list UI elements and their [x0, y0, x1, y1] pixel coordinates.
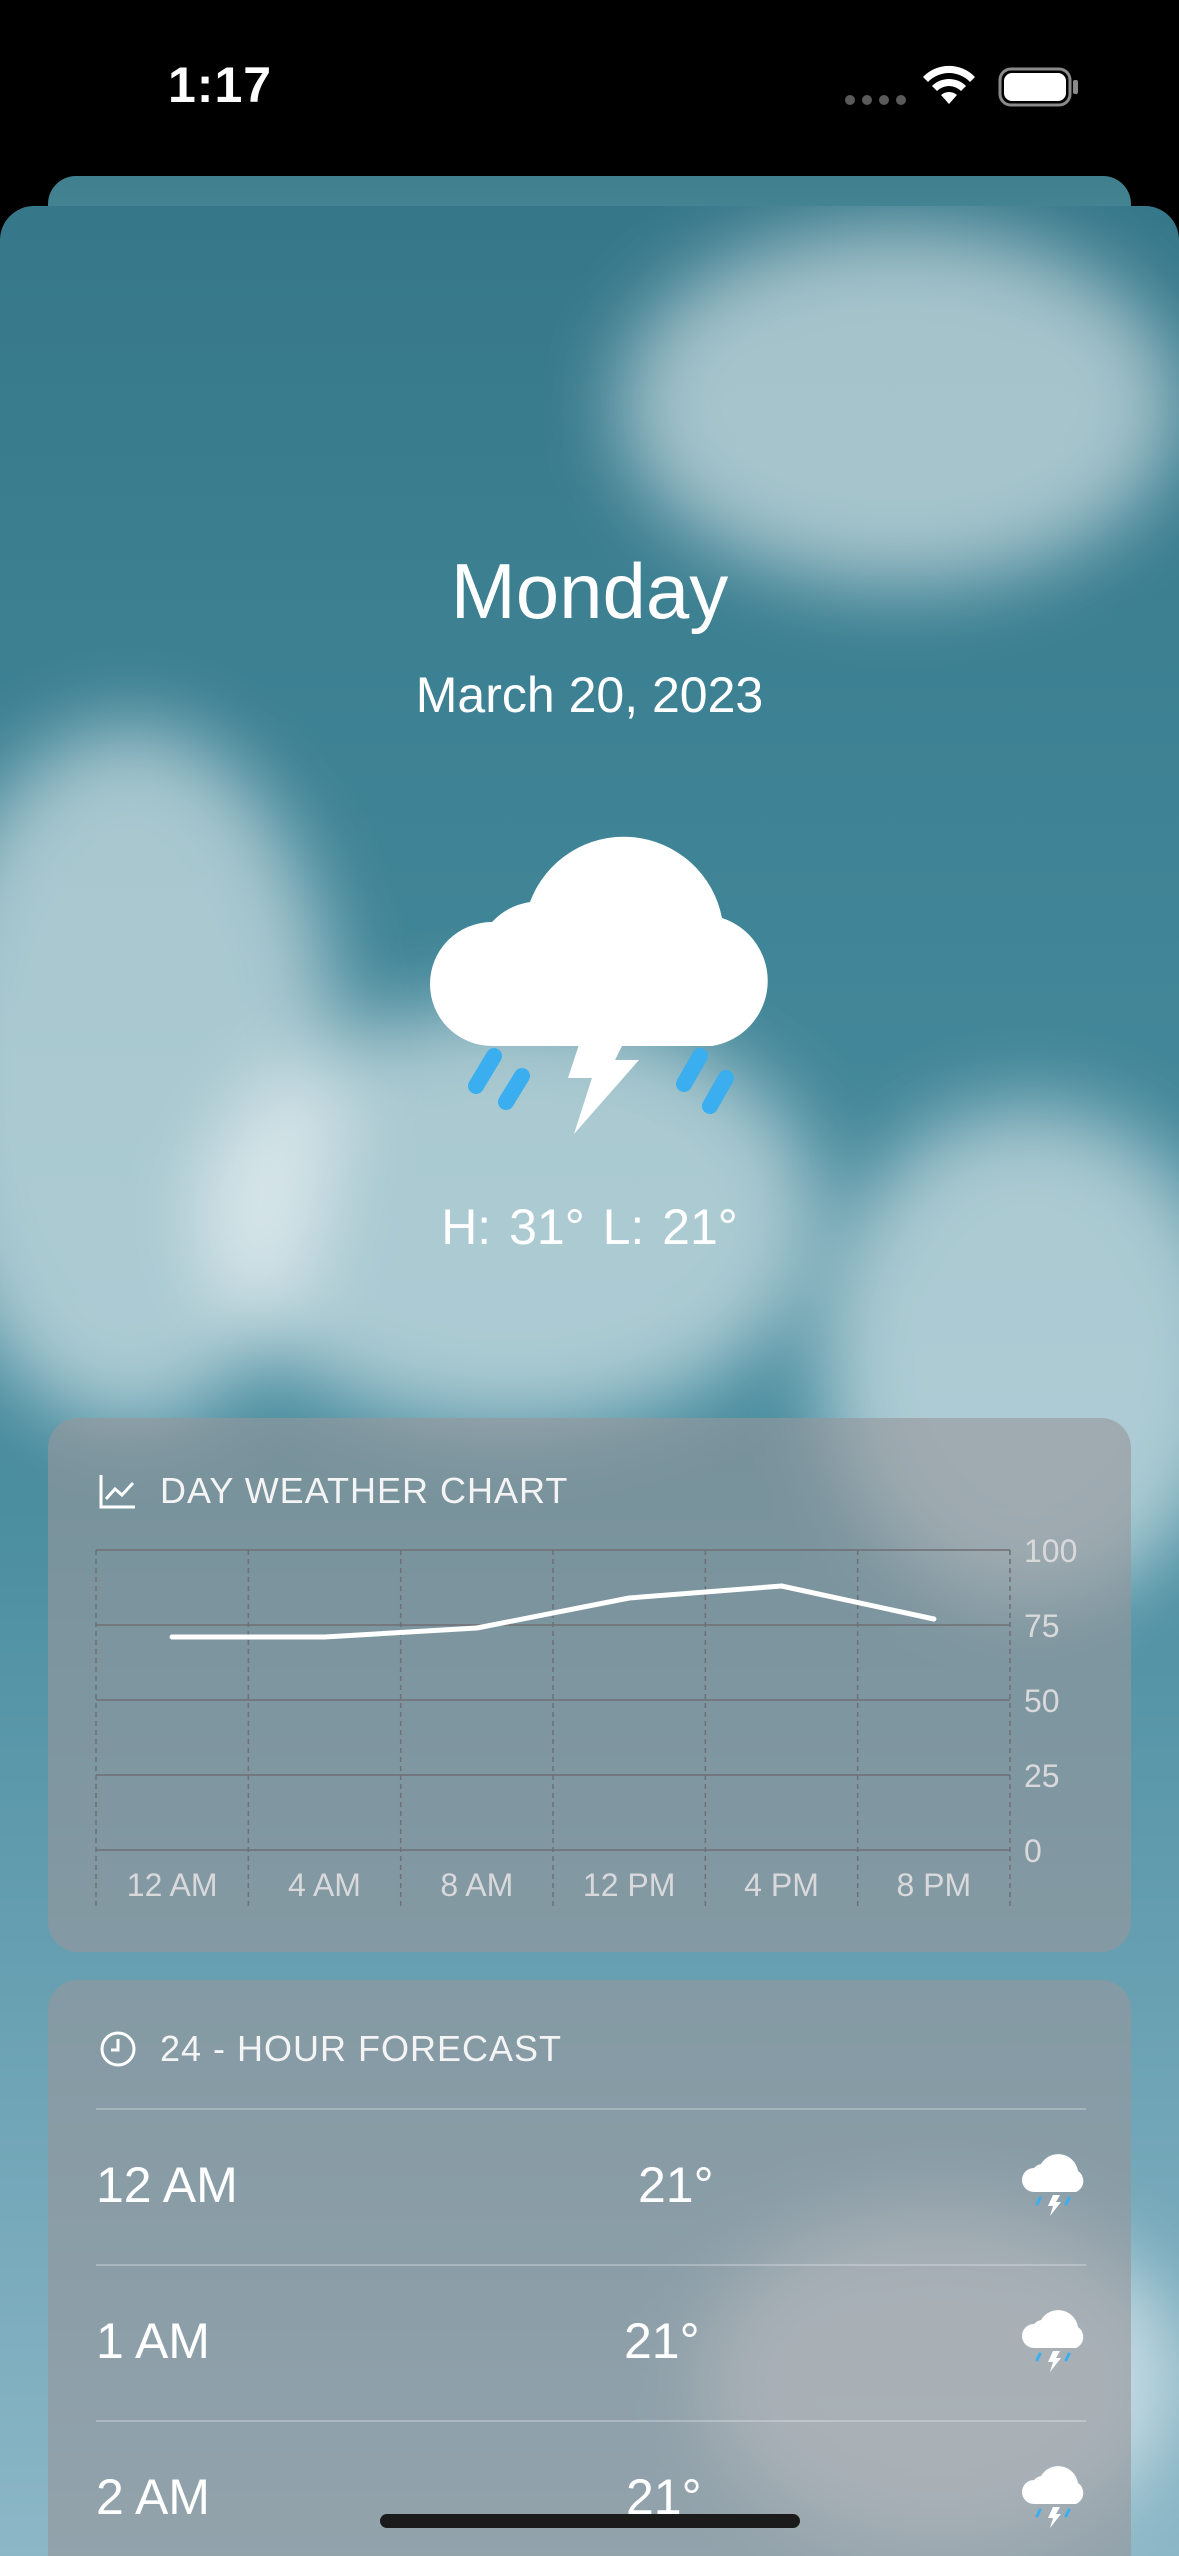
day-weather-line-chart: 100 75 50 25 0 12 AM 4 AM 8 AM 12 PM 4 PM 8 PM	[95, 1533, 1077, 1908]
forecast-temp: 21°	[638, 2157, 714, 2213]
forecast-row[interactable]: 12 AM 21°	[96, 2108, 1086, 2264]
chart-series-line	[169, 1583, 937, 1640]
chart-ytick-label: 50	[1024, 1683, 1060, 1719]
chart-ytick-label: 75	[1024, 1608, 1060, 1644]
chart-ytick-label: 100	[1024, 1533, 1077, 1569]
chart-xtick-label: 4 PM	[744, 1867, 819, 1903]
chart-xtick-label: 12 PM	[583, 1867, 675, 1903]
forecast-time: 1 AM	[96, 2313, 210, 2369]
chart-ytick-label: 0	[1024, 1833, 1042, 1869]
chart-xtick-label: 8 PM	[896, 1867, 971, 1903]
status-time: 1:17	[168, 57, 273, 113]
wifi-icon	[923, 65, 975, 104]
chart-ytick-label: 25	[1024, 1758, 1060, 1794]
battery-icon	[998, 67, 1078, 107]
forecast-time: 2 AM	[96, 2469, 210, 2525]
clock-icon	[100, 2031, 136, 2067]
cellular-signal-icon	[845, 95, 906, 105]
day-title: Monday	[450, 547, 729, 635]
forecast-temp: 21°	[624, 2313, 700, 2369]
forecast-row[interactable]: 2 AM 21°	[96, 2420, 1086, 2556]
home-indicator[interactable]	[380, 2514, 800, 2528]
chart-data-point	[931, 1616, 937, 1622]
chart-data-point	[626, 1595, 632, 1601]
chart-data-point	[474, 1625, 480, 1631]
chart-data-point	[169, 1634, 175, 1640]
background-cloud	[620, 226, 1179, 586]
cloud-bolt-rain-icon	[430, 836, 768, 1134]
status-bar: 1:17	[0, 0, 1179, 175]
chart-xtick-label: 12 AM	[127, 1867, 218, 1903]
forecast-time: 12 AM	[96, 2157, 238, 2213]
high-low-temps: H: 31° L: 21°	[441, 1199, 738, 1255]
cloud-bolt-rain-icon	[1022, 2310, 1084, 2372]
chart-xtick-label: 8 AM	[440, 1867, 513, 1903]
hourly-forecast-card[interactable]: 24 - HOUR FORECAST 12 AM 21° 1 AM 21° 2 …	[48, 1980, 1131, 2556]
date-label: March 20, 2023	[415, 667, 764, 723]
chart-xtick-label: 4 AM	[288, 1867, 361, 1903]
chart-data-point	[322, 1634, 327, 1640]
forecast-card-header: 24 - HOUR FORECAST	[98, 2028, 562, 2070]
cloud-bolt-rain-icon	[1022, 2154, 1084, 2216]
cloud-bolt-rain-icon	[1022, 2466, 1084, 2528]
forecast-card-title: 24 - HOUR FORECAST	[160, 2028, 563, 2069]
forecast-row[interactable]: 1 AM 21°	[96, 2264, 1086, 2420]
day-weather-chart-card: DAY WEATHER CHART 100 75 50 25 0 12 AM 4 AM 8 A…	[48, 1418, 1131, 1952]
chart-data-point	[779, 1583, 784, 1589]
